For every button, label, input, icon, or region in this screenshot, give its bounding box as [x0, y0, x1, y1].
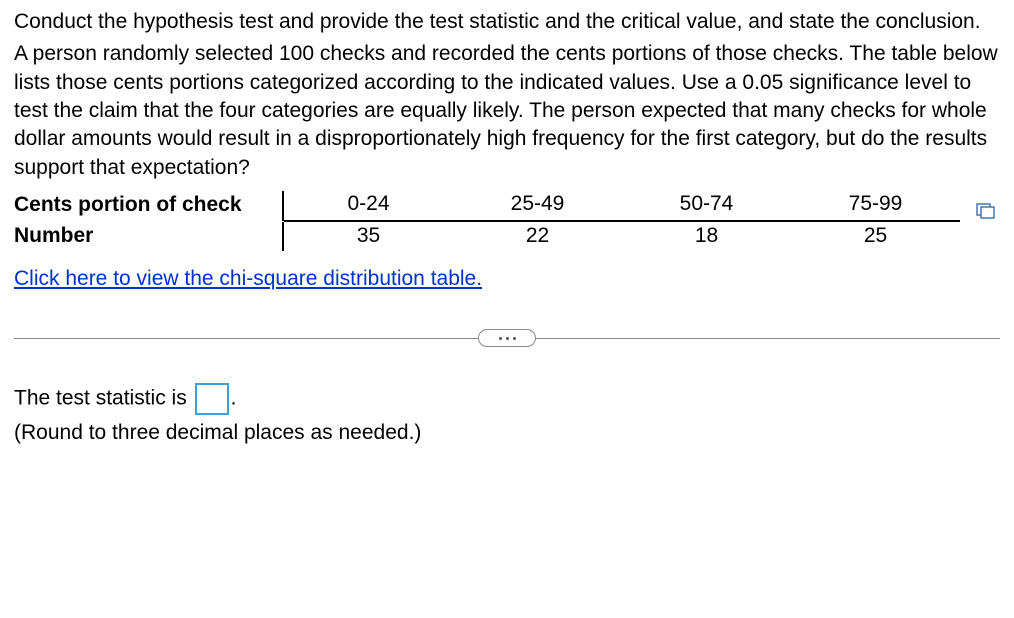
problem-statement: Conduct the hypothesis test and provide …	[14, 8, 1000, 182]
answer-suffix: .	[231, 387, 237, 410]
data-table: Cents portion of check 0-24 25-49 50-74 …	[14, 190, 1000, 251]
rounding-hint: (Round to three decimal places as needed…	[14, 419, 1000, 447]
body-text: A person randomly selected 100 checks an…	[14, 40, 1000, 182]
test-statistic-input[interactable]	[195, 383, 229, 415]
category-cell: 75-99	[791, 190, 960, 220]
answer-prefix: The test statistic is	[14, 387, 193, 410]
value-cell: 22	[453, 222, 622, 250]
chi-square-table-link[interactable]: Click here to view the chi-square distri…	[14, 265, 482, 293]
table-header-row: Cents portion of check 0-24 25-49 50-74 …	[14, 190, 1000, 222]
copy-table-icon[interactable]	[976, 199, 996, 215]
table-value-row: Number 35 22 18 25	[14, 222, 1000, 250]
intro-text: Conduct the hypothesis test and provide …	[14, 8, 1000, 36]
row-label-number: Number	[14, 222, 284, 250]
answer-area: The test statistic is . (Round to three …	[14, 383, 1000, 447]
section-divider	[14, 329, 1000, 347]
value-cell: 18	[622, 222, 791, 250]
category-cell: 50-74	[622, 190, 791, 220]
category-cell: 0-24	[284, 190, 453, 220]
value-cell: 25	[791, 222, 960, 250]
value-cell: 35	[284, 222, 453, 250]
ellipsis-icon[interactable]	[478, 329, 536, 347]
category-cell: 25-49	[453, 190, 622, 220]
row-label-categories: Cents portion of check	[14, 191, 284, 221]
